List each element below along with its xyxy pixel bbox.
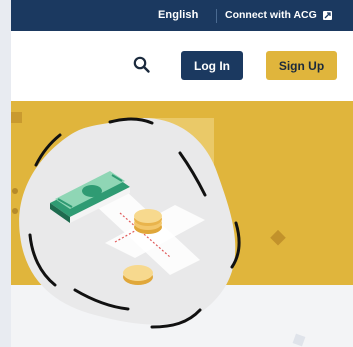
coin-icon [123, 265, 153, 285]
coin-stack-icon [134, 209, 162, 234]
utility-bar: English Connect with ACG [11, 0, 353, 31]
site-header: Log In Sign Up [11, 31, 353, 101]
connect-with-acg-link[interactable]: Connect with ACG [225, 9, 332, 21]
signup-button[interactable]: Sign Up [266, 51, 337, 80]
search-icon[interactable] [132, 55, 152, 75]
money-transfer-illustration [19, 117, 241, 329]
hero-deco-diamond [270, 229, 286, 246]
page: English Connect with ACG Log In Sign Up [0, 0, 353, 347]
connect-label: Connect with ACG [225, 9, 317, 21]
language-selector[interactable]: English [158, 9, 198, 21]
login-button[interactable]: Log In [181, 51, 243, 80]
utility-divider [216, 9, 217, 23]
lower-deco-square [292, 333, 306, 347]
external-link-icon [322, 10, 332, 20]
